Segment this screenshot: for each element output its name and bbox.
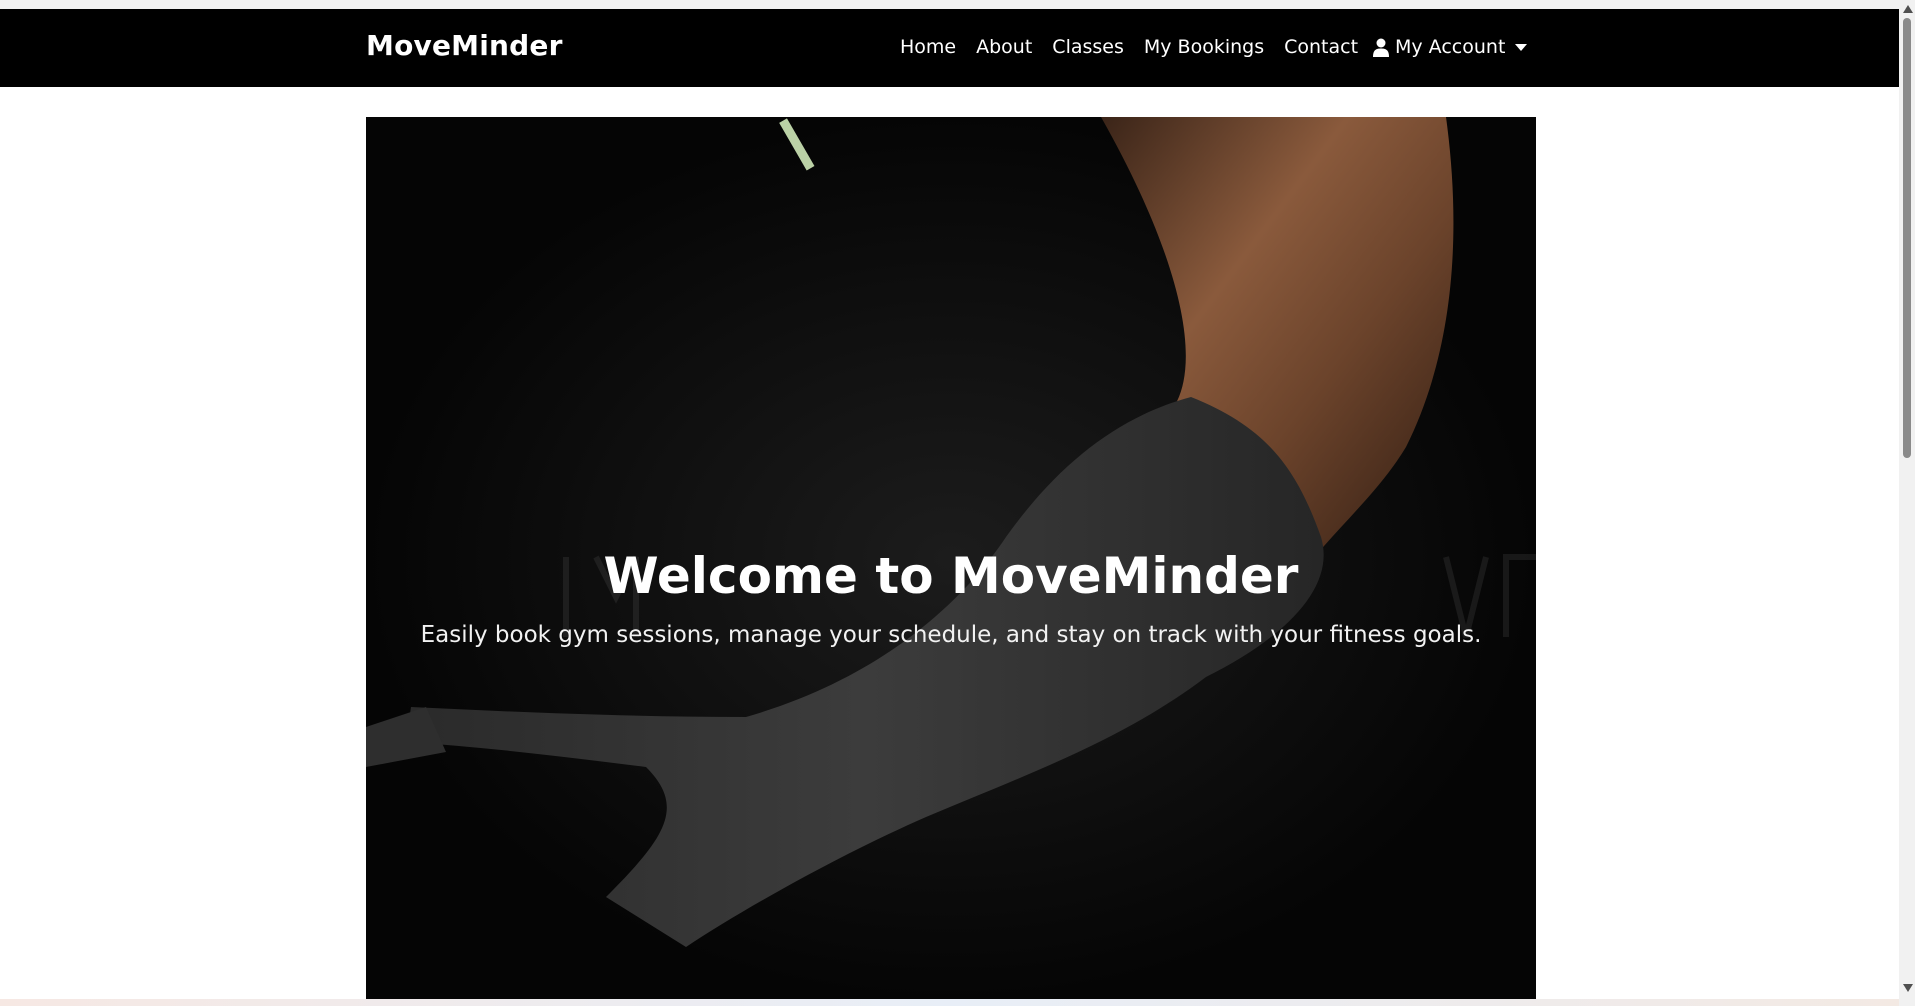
my-account-label: My Account — [1395, 36, 1506, 58]
window-bottom-edge — [0, 999, 1899, 1006]
user-icon — [1373, 38, 1389, 57]
nav-link-classes[interactable]: Classes — [1052, 36, 1124, 58]
nav-link-home[interactable]: Home — [900, 36, 956, 58]
scroll-up-icon[interactable] — [1903, 5, 1913, 13]
hero-title: Welcome to MoveMinder — [603, 547, 1299, 605]
brand-logo[interactable]: MoveMinder — [366, 29, 563, 62]
vertical-scrollbar[interactable] — [1899, 0, 1915, 1006]
chevron-down-icon — [1515, 43, 1528, 51]
navbar: MoveMinder Home About Classes My Booking… — [0, 9, 1899, 87]
hero-subtitle: Easily book gym sessions, manage your sc… — [420, 622, 1482, 648]
nav-link-about[interactable]: About — [976, 36, 1032, 58]
nav-link-contact[interactable]: Contact — [1284, 36, 1358, 58]
window-top-edge — [0, 0, 1915, 9]
my-account-dropdown[interactable]: My Account — [1373, 36, 1528, 58]
scroll-down-icon[interactable] — [1903, 984, 1913, 992]
nav-links: Home About Classes My Bookings Contact — [900, 36, 1358, 58]
hero-banner: Welcome to MoveMinder Easily book gym se… — [366, 117, 1536, 1000]
nav-link-my-bookings[interactable]: My Bookings — [1144, 36, 1264, 58]
scroll-thumb[interactable] — [1903, 18, 1911, 458]
